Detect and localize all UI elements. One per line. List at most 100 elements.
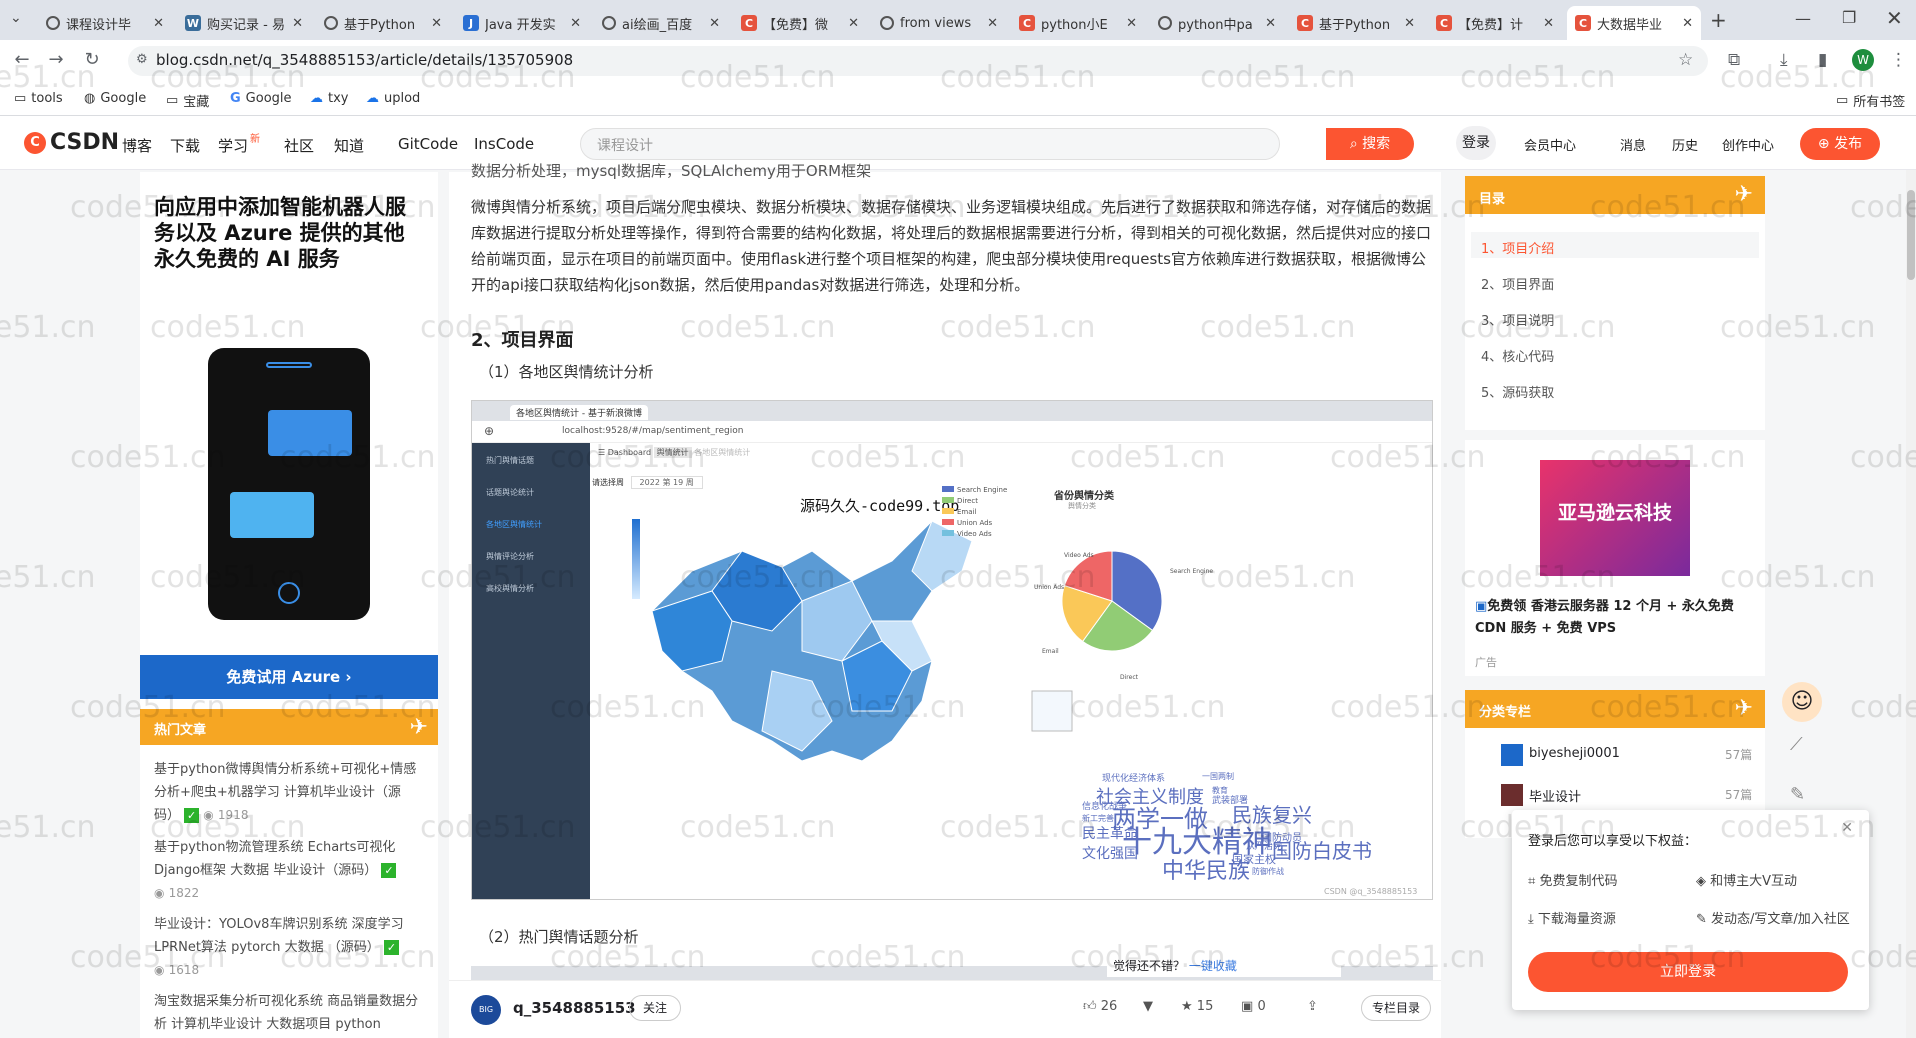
bookmark-google[interactable]: ◍ Google	[84, 91, 146, 106]
nav-vip[interactable]: 会员中心	[1524, 135, 1576, 154]
browser-tab[interactable]: C 【免费】计 ✕	[1428, 6, 1562, 40]
close-tab-icon[interactable]: ✕	[431, 16, 442, 31]
browser-tab[interactable]: ai绘画_百度 ✕	[594, 6, 728, 40]
dislike-button[interactable]: ▼	[1143, 999, 1153, 1014]
nav-gitcode[interactable]: GitCode	[398, 135, 458, 153]
nav-messages[interactable]: 消息	[1620, 135, 1646, 154]
bookmark-tools[interactable]: ▭ tools	[14, 91, 63, 106]
toc-item-1[interactable]: 1、项目介绍	[1481, 238, 1554, 257]
trend-icon[interactable]: ⟋	[1790, 734, 1803, 755]
pie-label: Search Engine	[1170, 568, 1213, 575]
ad-text[interactable]: ▣免费领 香港云服务器 12 个月 + 永久免费 CDN 服务 + 免费 VPS	[1475, 596, 1759, 640]
nav-inscode[interactable]: InsCode	[474, 135, 534, 153]
close-tab-icon[interactable]: ✕	[1682, 16, 1693, 31]
close-tab-icon[interactable]: ✕	[987, 16, 998, 31]
azure-ad-title[interactable]: 向应用中添加智能机器人服务以及 Azure 提供的其他永久免费的 AI 服务	[154, 194, 424, 272]
browser-tab[interactable]: C 基于Python ✕	[1289, 6, 1423, 40]
author-name[interactable]: q_3548885153	[513, 999, 636, 1017]
mascot-icon[interactable]: ☺	[1782, 682, 1822, 722]
address-bar[interactable]: ⚙ blog.csdn.net/q_3548885153/article/det…	[128, 46, 1708, 76]
bookmark-uplod[interactable]: ☁ uplod	[366, 91, 420, 106]
article-screenshot[interactable]: 各地区舆情统计 - 基于新浪微博 ⊕ localhost:9528/#/map/…	[471, 400, 1433, 900]
page-scrollbar[interactable]	[1906, 170, 1916, 1038]
browser-tab[interactable]: python中pa ✕	[1150, 6, 1284, 40]
download-icon[interactable]: ⤓	[1780, 50, 1788, 70]
star-button[interactable]: ★ 15	[1181, 999, 1213, 1014]
browser-tab-strip: ⌄ 课程设计毕 ✕ W 购买记录 - 易 ✕ 基于Python ✕ J Java 开发实 ✕ ai绘…	[0, 0, 1916, 40]
edit-icon[interactable]: ✎	[1790, 784, 1805, 805]
restore-button[interactable]: ❐	[1842, 8, 1856, 27]
reload-button[interactable]: ↻	[80, 49, 104, 70]
column-name-2[interactable]: 毕业设计	[1529, 786, 1581, 805]
bookmark-star-icon[interactable]: ☆	[1678, 50, 1693, 70]
publish-button[interactable]: ⊕ 发布	[1800, 128, 1880, 160]
close-window-button[interactable]: ✕	[1886, 6, 1903, 30]
toc-item-2[interactable]: 2、项目界面	[1481, 274, 1554, 293]
browser-tab[interactable]: 基于Python ✕	[316, 6, 450, 40]
csdn-logo[interactable]: C CSDN	[24, 130, 119, 155]
browser-tab[interactable]: W 购买记录 - 易 ✕	[177, 6, 311, 40]
close-tab-icon[interactable]: ✕	[848, 16, 859, 31]
nav-creation[interactable]: 创作中心	[1722, 135, 1774, 154]
login-now-button[interactable]: 立即登录	[1528, 952, 1848, 992]
legend-item: Email	[942, 507, 1007, 518]
follow-button[interactable]: 关注	[629, 995, 681, 1021]
close-tab-icon[interactable]: ✕	[1126, 16, 1137, 31]
column-list-button[interactable]: 专栏目录	[1361, 995, 1431, 1021]
collect-link[interactable]: 一键收藏	[1189, 959, 1237, 973]
hot-article-1[interactable]: 基于python微博舆情分析系统+可视化+情感分析+爬虫+机器学习 计算机毕业设…	[154, 758, 426, 827]
browser-tab[interactable]: Cpython小E ✕	[1011, 6, 1145, 40]
try-azure-button[interactable]: 免费试用 Azure ›	[140, 655, 438, 699]
close-tab-icon[interactable]: ✕	[1265, 16, 1276, 31]
nav-learn[interactable]: 学习	[218, 135, 248, 156]
back-button[interactable]: ←	[10, 49, 34, 70]
login-link[interactable]: 登录	[1456, 126, 1496, 160]
toc-item-5[interactable]: 5、源码获取	[1481, 382, 1554, 401]
nav-community[interactable]: 社区	[284, 135, 314, 156]
browser-tab[interactable]: C 大数据毕业 ✕	[1567, 6, 1701, 40]
profile-avatar[interactable]: W	[1852, 49, 1874, 71]
close-tab-icon[interactable]: ✕	[570, 16, 581, 31]
author-avatar[interactable]: BIG	[471, 995, 501, 1025]
aws-ad-banner[interactable]: 亚马逊云科技	[1540, 460, 1690, 576]
all-bookmarks[interactable]: ▭ 所有书签	[1836, 91, 1905, 110]
close-tab-icon[interactable]: ✕	[709, 16, 720, 31]
menu-kebab-icon[interactable]: ⋮	[1890, 50, 1907, 70]
hot-article-2[interactable]: 基于python物流管理系统 Echarts可视化 Django框架 大数据 毕…	[154, 836, 426, 905]
nav-download[interactable]: 下载	[170, 135, 200, 156]
tab-search-icon[interactable]: ⌄	[10, 10, 22, 26]
sidepanel-icon[interactable]: ▮	[1818, 50, 1827, 70]
close-popup-icon[interactable]: ✕	[1841, 820, 1853, 836]
close-tab-icon[interactable]: ✕	[1404, 16, 1415, 31]
nav-history[interactable]: 历史	[1672, 135, 1698, 154]
forward-button[interactable]: →	[44, 49, 68, 70]
browser-tab[interactable]: J Java 开发实 ✕	[455, 6, 589, 40]
bookmark-txy[interactable]: ☁ txy	[310, 91, 348, 106]
hot-article-4[interactable]: 淘宝数据采集分析可视化系统 商品销量数据分析 计算机毕业设计 大数据项目 pyt…	[154, 990, 426, 1036]
bookmark-google-2[interactable]: G Google	[230, 91, 292, 106]
browser-tab[interactable]: from views ✕	[872, 6, 1006, 40]
search-input[interactable]: 课程设计	[580, 128, 1280, 160]
bookmark-treasure[interactable]: ▭ 宝藏	[166, 91, 209, 110]
close-tab-icon[interactable]: ✕	[292, 16, 303, 31]
new-tab-button[interactable]: +	[1710, 8, 1727, 32]
minimize-button[interactable]: —	[1795, 9, 1811, 28]
screenshot-filter: 请选择周 2022 第 19 周	[592, 476, 703, 489]
toc-item-3[interactable]: 3、项目说明	[1481, 310, 1554, 329]
close-tab-icon[interactable]: ✕	[153, 16, 164, 31]
close-tab-icon[interactable]: ✕	[1543, 16, 1554, 31]
extensions-icon[interactable]: ⧉	[1728, 50, 1740, 70]
share-icon[interactable]: ⇪	[1307, 999, 1318, 1014]
browser-tab[interactable]: 课程设计毕 ✕	[38, 6, 172, 40]
scrollbar-thumb[interactable]	[1907, 190, 1915, 280]
column-name-1[interactable]: biyesheji0001	[1529, 746, 1620, 761]
nav-zhidao[interactable]: 知道	[334, 135, 364, 156]
toc-item-4[interactable]: 4、核心代码	[1481, 346, 1554, 365]
nav-blog[interactable]: 博客	[122, 135, 152, 156]
comment-button[interactable]: ▣ 0	[1241, 999, 1266, 1014]
hot-article-3[interactable]: 毕业设计：YOLOv8车牌识别系统 深度学习 LPRNet算法 pytorch …	[154, 913, 426, 982]
search-button[interactable]: ⌕ 搜索	[1326, 128, 1414, 160]
like-button[interactable]: 👍︎ 26	[1083, 999, 1117, 1014]
browser-tab[interactable]: C 【免费】微 ✕	[733, 6, 867, 40]
site-info-icon[interactable]: ⚙	[136, 52, 148, 67]
